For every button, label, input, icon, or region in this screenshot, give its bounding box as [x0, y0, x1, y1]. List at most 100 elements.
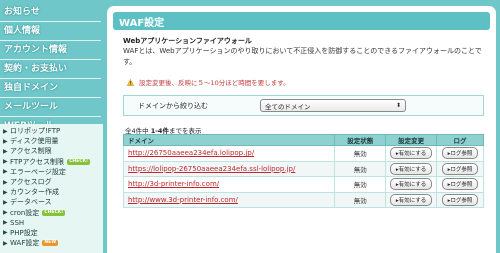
change-cell: ▸有効にする — [385, 160, 438, 177]
select-value: 全てのドメイン — [265, 102, 311, 111]
change-cell: ▸有効にする — [385, 191, 438, 208]
sidebar-item-database[interactable]: ▶ データベース — [0, 197, 103, 207]
sidebar-item-access-restriction[interactable]: ▶ アクセス制限 — [0, 146, 103, 156]
new-badge: NEW — [42, 240, 59, 247]
warning-triangle-icon — [127, 78, 134, 86]
nav-news[interactable]: お知らせ — [0, 6, 103, 18]
sidebar-item-php[interactable]: ▶ PHP設定 — [0, 228, 103, 238]
check-badge: CHECK! — [67, 158, 91, 165]
domain-filter-select[interactable]: 全てのドメイン ⬍ — [260, 99, 406, 112]
sidebar-item-cron[interactable]: ▶ cron設定 CHECK! — [0, 208, 103, 218]
sidebar-item-label: SSH — [10, 218, 25, 227]
sidebar-item-counter[interactable]: ▶ カウンター作成 — [0, 187, 103, 197]
warning-message: 設定変更後、反映に５〜10分ほど時間を要します。 — [127, 77, 290, 87]
status-cell: 無効 — [334, 145, 387, 162]
nav-divider — [0, 116, 101, 117]
status-cell: 無効 — [334, 176, 387, 193]
triangle-right-icon: ▶ — [3, 239, 8, 247]
triangle-right-icon: ▶ — [3, 198, 8, 206]
sidebar-item-error-page[interactable]: ▶ エラーページ設定 — [0, 167, 103, 177]
domain-link[interactable]: http://www.3d-printer-info.com/ — [128, 196, 238, 204]
log-cell: ▸ログ参照 — [436, 191, 484, 208]
triangle-right-icon: ▶ — [3, 137, 8, 145]
sidebar-item-ftp-access-restriction[interactable]: ▶ FTPアクセス制限 CHECK! — [0, 157, 103, 167]
log-cell: ▸ログ参照 — [436, 145, 484, 162]
page-header: WAF設定 — [113, 12, 490, 30]
sidebar-item-label: アクセス制限 — [10, 147, 52, 156]
triangle-right-icon: ▶ — [3, 209, 8, 217]
nav-divider — [0, 78, 101, 79]
domain-cell: http://3d-printer-info.com/ — [122, 176, 336, 193]
nav-divider — [0, 59, 101, 60]
domain-link[interactable]: http://3d-printer-info.com/ — [128, 180, 219, 188]
log-cell: ▸ログ参照 — [436, 176, 484, 193]
sidebar-item-label: ロリポップ!FTP — [10, 127, 61, 136]
column-header-domain: ドメイン — [122, 134, 336, 146]
domain-link[interactable]: https://lolipop-26750aaeea234efa.ssl-lol… — [128, 165, 295, 173]
sidebar: お知らせ 個人情報 アカウント情報 契約・お支払い 独自ドメイン メールツール … — [0, 0, 103, 253]
enable-button[interactable]: ▸有効にする — [389, 178, 433, 191]
table-row: http://www.3d-printer-info.com/ 無効 ▸有効にす… — [122, 191, 484, 208]
triangle-right-icon: ▶ — [3, 178, 8, 186]
triangle-right-icon: ▶ — [3, 229, 8, 237]
table-row: http://3d-printer-info.com/ 無効 ▸有効にする ▸ロ… — [122, 176, 484, 193]
sidebar-item-label: アクセスログ — [10, 178, 52, 187]
sidebar-item-label: ディスク使用量 — [10, 137, 59, 146]
sidebar-item-waf[interactable]: ▶ WAF設定 NEW — [0, 238, 103, 248]
main-panel: WAF設定 Webアプリケーションファイアウォール WAFとは、Webアプリケー… — [107, 6, 496, 253]
nav-custom-domain[interactable]: 独自ドメイン — [0, 82, 103, 94]
triangle-right-icon: ▶ — [3, 147, 8, 155]
sidebar-item-ssh[interactable]: ▶ SSH — [0, 218, 103, 228]
domain-link[interactable]: http://26750aaeea234efa.lolipop.jp/ — [128, 149, 254, 157]
check-badge: CHECK! — [42, 209, 66, 216]
page-title: WAF設定 — [119, 17, 165, 29]
sidebar-item-label: カウンター作成 — [10, 188, 59, 197]
nav-personal-info[interactable]: 個人情報 — [0, 25, 103, 37]
web-tools-submenu: ▶ ロリポップ!FTP ▶ ディスク使用量 ▶ アクセス制限 ▶ FTPアクセス… — [0, 124, 103, 253]
description-title: Webアプリケーションファイアウォール — [123, 37, 252, 45]
view-log-button[interactable]: ▸ログ参照 — [441, 147, 479, 160]
nav-contract-payment[interactable]: 契約・お支払い — [0, 63, 103, 75]
enable-button[interactable]: ▸有効にする — [389, 162, 433, 175]
sidebar-item-label: FTPアクセス制限 — [10, 157, 65, 166]
sidebar-item-label: エラーページ設定 — [10, 167, 66, 176]
nav-divider — [0, 21, 101, 22]
triangle-right-icon: ▶ — [3, 168, 8, 176]
domain-table: ドメイン 設定状態 設定変更 ログ http://26750aaeea234ef… — [122, 134, 484, 208]
triangle-right-icon: ▶ — [3, 127, 8, 135]
sidebar-item-label: WAF設定 — [10, 239, 40, 248]
updown-caret-icon: ⬍ — [395, 102, 401, 109]
table-header-row: ドメイン 設定状態 設定変更 ログ — [122, 134, 484, 146]
enable-button[interactable]: ▸有効にする — [389, 147, 433, 160]
change-cell: ▸有効にする — [385, 176, 438, 193]
sidebar-item-label: cron設定 — [10, 208, 40, 217]
enable-button[interactable]: ▸有効にする — [389, 193, 433, 206]
sidebar-item-lolipop-ftp[interactable]: ▶ ロリポップ!FTP — [0, 126, 103, 136]
table-row: https://lolipop-26750aaeea234efa.ssl-lol… — [122, 160, 484, 177]
triangle-right-icon: ▶ — [3, 188, 8, 196]
warning-text: 設定変更後、反映に５〜10分ほど時間を要します。 — [139, 79, 290, 87]
sidebar-item-label: データベース — [10, 198, 52, 207]
column-header-log: ログ — [436, 134, 484, 146]
domain-filter: ドメインから絞り込む 全てのドメイン ⬍ — [123, 95, 484, 116]
domain-cell: http://www.3d-printer-info.com/ — [122, 191, 336, 208]
triangle-right-icon: ▶ — [3, 158, 8, 166]
sidebar-item-disk-usage[interactable]: ▶ ディスク使用量 — [0, 136, 103, 146]
nav-mail-tools[interactable]: メールツール — [0, 101, 103, 113]
view-log-button[interactable]: ▸ログ参照 — [441, 162, 479, 175]
filter-label: ドメインから絞り込む — [138, 101, 208, 110]
table-row: http://26750aaeea234efa.lolipop.jp/ 無効 ▸… — [122, 145, 484, 162]
domain-cell: https://lolipop-26750aaeea234efa.ssl-lol… — [122, 160, 336, 177]
column-header-status: 設定状態 — [334, 134, 387, 146]
column-header-change: 設定変更 — [385, 134, 438, 146]
sidebar-item-access-log[interactable]: ▶ アクセスログ — [0, 177, 103, 187]
view-log-button[interactable]: ▸ログ参照 — [441, 178, 479, 191]
domain-cell: http://26750aaeea234efa.lolipop.jp/ — [122, 145, 336, 162]
view-log-button[interactable]: ▸ログ参照 — [441, 193, 479, 206]
triangle-right-icon: ▶ — [3, 219, 8, 227]
nav-divider — [0, 40, 101, 41]
sidebar-item-label: PHP設定 — [10, 228, 38, 237]
log-cell: ▸ログ参照 — [436, 160, 484, 177]
change-cell: ▸有効にする — [385, 145, 438, 162]
nav-account-info[interactable]: アカウント情報 — [0, 44, 103, 56]
